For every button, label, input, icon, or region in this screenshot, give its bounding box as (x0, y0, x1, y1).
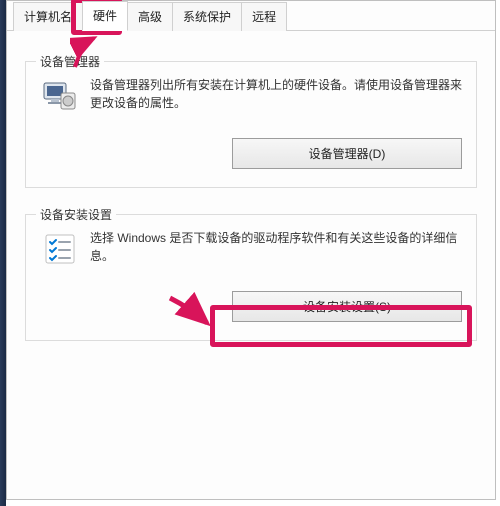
group-description: 选择 Windows 是否下载设备的驱动程序软件和有关这些设备的详细信息。 (90, 229, 462, 265)
group-device-manager: 设备管理器 设备管理器列出所有安装在计算机上的硬件设备。请使用设备管理器来更改设… (25, 61, 477, 188)
tab-system-protection[interactable]: 系统保护 (172, 2, 242, 31)
tab-advanced[interactable]: 高级 (127, 2, 173, 31)
tab-label: 硬件 (93, 9, 117, 23)
group-title: 设备管理器 (36, 53, 104, 70)
device-install-settings-button[interactable]: 设备安装设置(S) (232, 291, 462, 322)
button-label: 设备管理器(D) (309, 147, 386, 161)
tab-label: 计算机名 (24, 10, 72, 24)
system-properties-dialog: 计算机名 硬件 高级 系统保护 远程 设备管理器 设备 (6, 0, 496, 500)
group-description: 设备管理器列出所有安装在计算机上的硬件设备。请使用设备管理器来更改设备的属性。 (90, 76, 462, 112)
tab-label: 远程 (252, 10, 276, 24)
device-manager-button[interactable]: 设备管理器(D) (232, 138, 462, 169)
tab-remote[interactable]: 远程 (241, 2, 287, 31)
tab-label: 系统保护 (183, 10, 231, 24)
device-manager-icon (40, 76, 80, 116)
group-device-install-settings: 设备安装设置 (25, 214, 477, 341)
button-label: 设备安装设置(S) (303, 300, 391, 314)
tab-strip: 计算机名 硬件 高级 系统保护 远程 (7, 1, 495, 31)
tab-hardware[interactable]: 硬件 (82, 1, 128, 31)
tab-computer-name[interactable]: 计算机名 (13, 2, 83, 31)
tab-label: 高级 (138, 10, 162, 24)
group-title: 设备安装设置 (36, 206, 116, 223)
checklist-icon (40, 229, 80, 269)
tab-panel-hardware: 设备管理器 设备管理器列出所有安装在计算机上的硬件设备。请使用设备管理器来更改设… (7, 31, 495, 385)
